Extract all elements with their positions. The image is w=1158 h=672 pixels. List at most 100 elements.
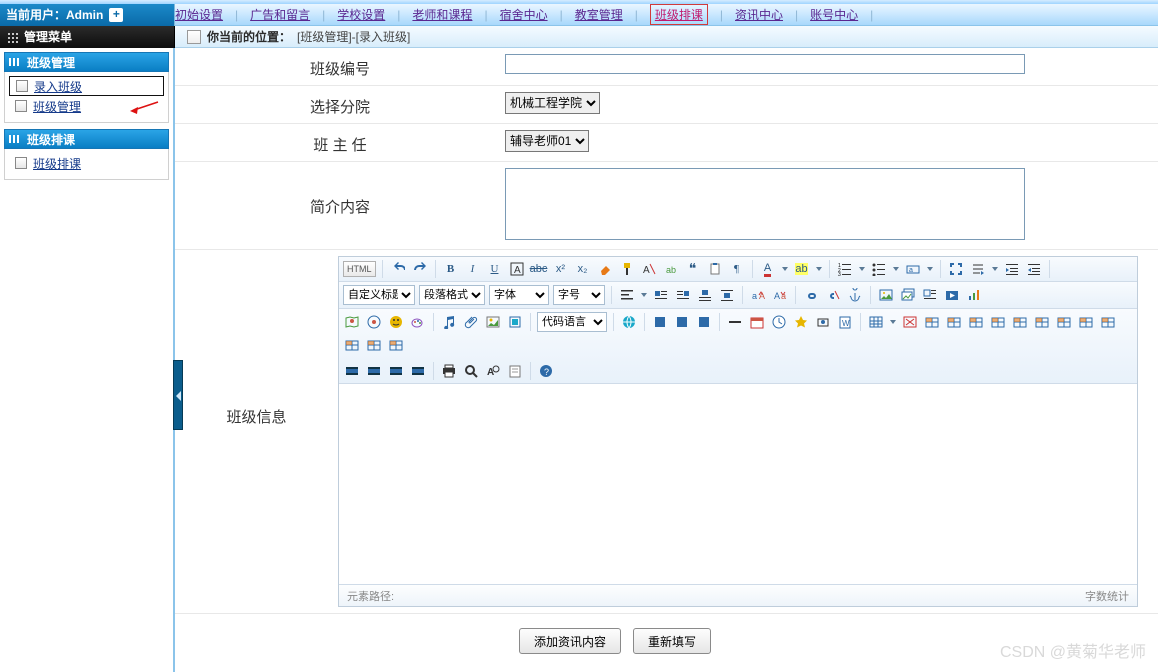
preview-icon[interactable] xyxy=(462,362,480,380)
nav-7[interactable]: 资讯中心 xyxy=(735,6,783,23)
sidebar-collapse-handle[interactable] xyxy=(173,360,183,430)
layout3-icon[interactable] xyxy=(695,313,713,331)
pasteplain-icon[interactable] xyxy=(706,260,724,278)
nav-6[interactable]: 班级排课 xyxy=(650,4,708,25)
autotype-icon[interactable]: ab xyxy=(662,260,680,278)
dropdown-icon[interactable] xyxy=(781,260,789,278)
dropdown-icon[interactable] xyxy=(926,260,934,278)
row-after-icon[interactable] xyxy=(945,313,963,331)
eraser-icon[interactable] xyxy=(596,260,614,278)
merge-right-icon[interactable] xyxy=(1077,313,1095,331)
select-college[interactable]: 机械工程学院 xyxy=(505,92,600,114)
frame-icon[interactable] xyxy=(506,313,524,331)
text-input-icon[interactable]: a xyxy=(904,260,922,278)
bold-icon[interactable]: B xyxy=(442,260,460,278)
subscript-icon[interactable]: x₂ xyxy=(574,260,592,278)
img-float-icon[interactable] xyxy=(921,286,939,304)
time-icon[interactable] xyxy=(770,313,788,331)
dropdown-icon[interactable] xyxy=(858,260,866,278)
dropdown-icon[interactable] xyxy=(991,260,999,278)
map-icon[interactable] xyxy=(343,313,361,331)
strike-icon[interactable]: abc xyxy=(530,260,548,278)
webapp-icon[interactable] xyxy=(620,313,638,331)
del-row-icon[interactable] xyxy=(967,313,985,331)
col-after-icon[interactable] xyxy=(1011,313,1029,331)
unlink-icon[interactable] xyxy=(824,286,842,304)
gmap-icon[interactable] xyxy=(365,313,383,331)
tb-select-字体[interactable]: 字体 xyxy=(489,285,549,305)
tb-select-自定义标题[interactable]: 自定义标题 xyxy=(343,285,415,305)
row-before-icon[interactable] xyxy=(923,313,941,331)
music-icon[interactable] xyxy=(440,313,458,331)
align-left-icon[interactable] xyxy=(618,286,636,304)
split-rows-icon[interactable] xyxy=(365,336,383,354)
fullscreen-icon[interactable] xyxy=(947,260,965,278)
link-icon[interactable] xyxy=(802,286,820,304)
sidebar-group-0[interactable]: 班级管理 xyxy=(4,52,169,72)
nav-2[interactable]: 学校设置 xyxy=(337,6,385,23)
editor-body[interactable] xyxy=(339,384,1137,584)
split-cols-icon[interactable] xyxy=(387,336,405,354)
anchor-icon[interactable] xyxy=(846,286,864,304)
nav-4[interactable]: 宿舍中心 xyxy=(500,6,548,23)
attach-icon[interactable] xyxy=(462,313,480,331)
dropdown-icon[interactable] xyxy=(892,260,900,278)
scrawl-icon[interactable] xyxy=(409,313,427,331)
tb-select-字号[interactable]: 字号 xyxy=(553,285,605,305)
img-right-icon[interactable] xyxy=(674,286,692,304)
col-before-icon[interactable] xyxy=(989,313,1007,331)
superscript-icon[interactable]: x² xyxy=(552,260,570,278)
outdent-icon[interactable] xyxy=(1025,260,1043,278)
layout1-icon[interactable] xyxy=(651,313,669,331)
forecolor-icon[interactable]: A xyxy=(759,260,777,278)
html-source-icon[interactable]: HTML xyxy=(343,261,376,277)
nav-5[interactable]: 教室管理 xyxy=(575,6,623,23)
tb-select-代码语言[interactable]: 代码语言 xyxy=(537,312,607,332)
deltable-icon[interactable] xyxy=(901,313,919,331)
dropdown-icon[interactable] xyxy=(889,313,897,331)
img-left-icon[interactable] xyxy=(652,286,670,304)
film1-icon[interactable] xyxy=(343,362,361,380)
drafts-icon[interactable] xyxy=(506,362,524,380)
print-icon[interactable] xyxy=(440,362,458,380)
indent-icon[interactable] xyxy=(1003,260,1021,278)
split-icon[interactable] xyxy=(343,336,361,354)
tb-select-段落格式[interactable]: 段落格式 xyxy=(419,285,485,305)
picture-icon[interactable] xyxy=(484,313,502,331)
textarea-intro[interactable] xyxy=(505,168,1025,240)
img-single-icon[interactable] xyxy=(877,286,895,304)
italic-icon[interactable]: I xyxy=(464,260,482,278)
editor-wordcount-label[interactable]: 字数统计 xyxy=(1085,588,1129,604)
input-class-no[interactable] xyxy=(505,54,1025,74)
ltr-icon[interactable] xyxy=(969,260,987,278)
film4-icon[interactable] xyxy=(409,362,427,380)
undo-icon[interactable] xyxy=(389,260,407,278)
merge-down-icon[interactable] xyxy=(1099,313,1117,331)
img-center-icon[interactable] xyxy=(696,286,714,304)
sidebar-group-1[interactable]: 班级排课 xyxy=(4,129,169,149)
reset-button[interactable]: 重新填写 xyxy=(633,628,711,654)
hr-icon[interactable] xyxy=(726,313,744,331)
dropdown-icon[interactable] xyxy=(815,260,823,278)
img-none-icon[interactable] xyxy=(718,286,736,304)
format-brush-icon[interactable] xyxy=(618,260,636,278)
video-icon[interactable] xyxy=(943,286,961,304)
expand-icon[interactable]: + xyxy=(109,8,123,22)
underline-icon[interactable]: U xyxy=(486,260,504,278)
film2-icon[interactable] xyxy=(365,362,383,380)
layout2-icon[interactable] xyxy=(673,313,691,331)
dropdown-icon[interactable] xyxy=(640,286,648,304)
redo-icon[interactable] xyxy=(411,260,429,278)
date-icon[interactable] xyxy=(748,313,766,331)
snapscreen-icon[interactable] xyxy=(814,313,832,331)
nav-3[interactable]: 老师和课程 xyxy=(412,6,472,23)
img-multi-icon[interactable] xyxy=(899,286,917,304)
sidebar-item-0-0[interactable]: 录入班级 xyxy=(9,76,164,96)
nav-8[interactable]: 账号中心 xyxy=(810,6,858,23)
ol-icon[interactable]: 123 xyxy=(836,260,854,278)
nav-1[interactable]: 广告和留言 xyxy=(250,6,310,23)
merge-icon[interactable] xyxy=(1055,313,1073,331)
backcolor-icon[interactable]: ab xyxy=(793,260,811,278)
chart-icon[interactable] xyxy=(965,286,983,304)
font-border-icon[interactable]: A xyxy=(508,260,526,278)
